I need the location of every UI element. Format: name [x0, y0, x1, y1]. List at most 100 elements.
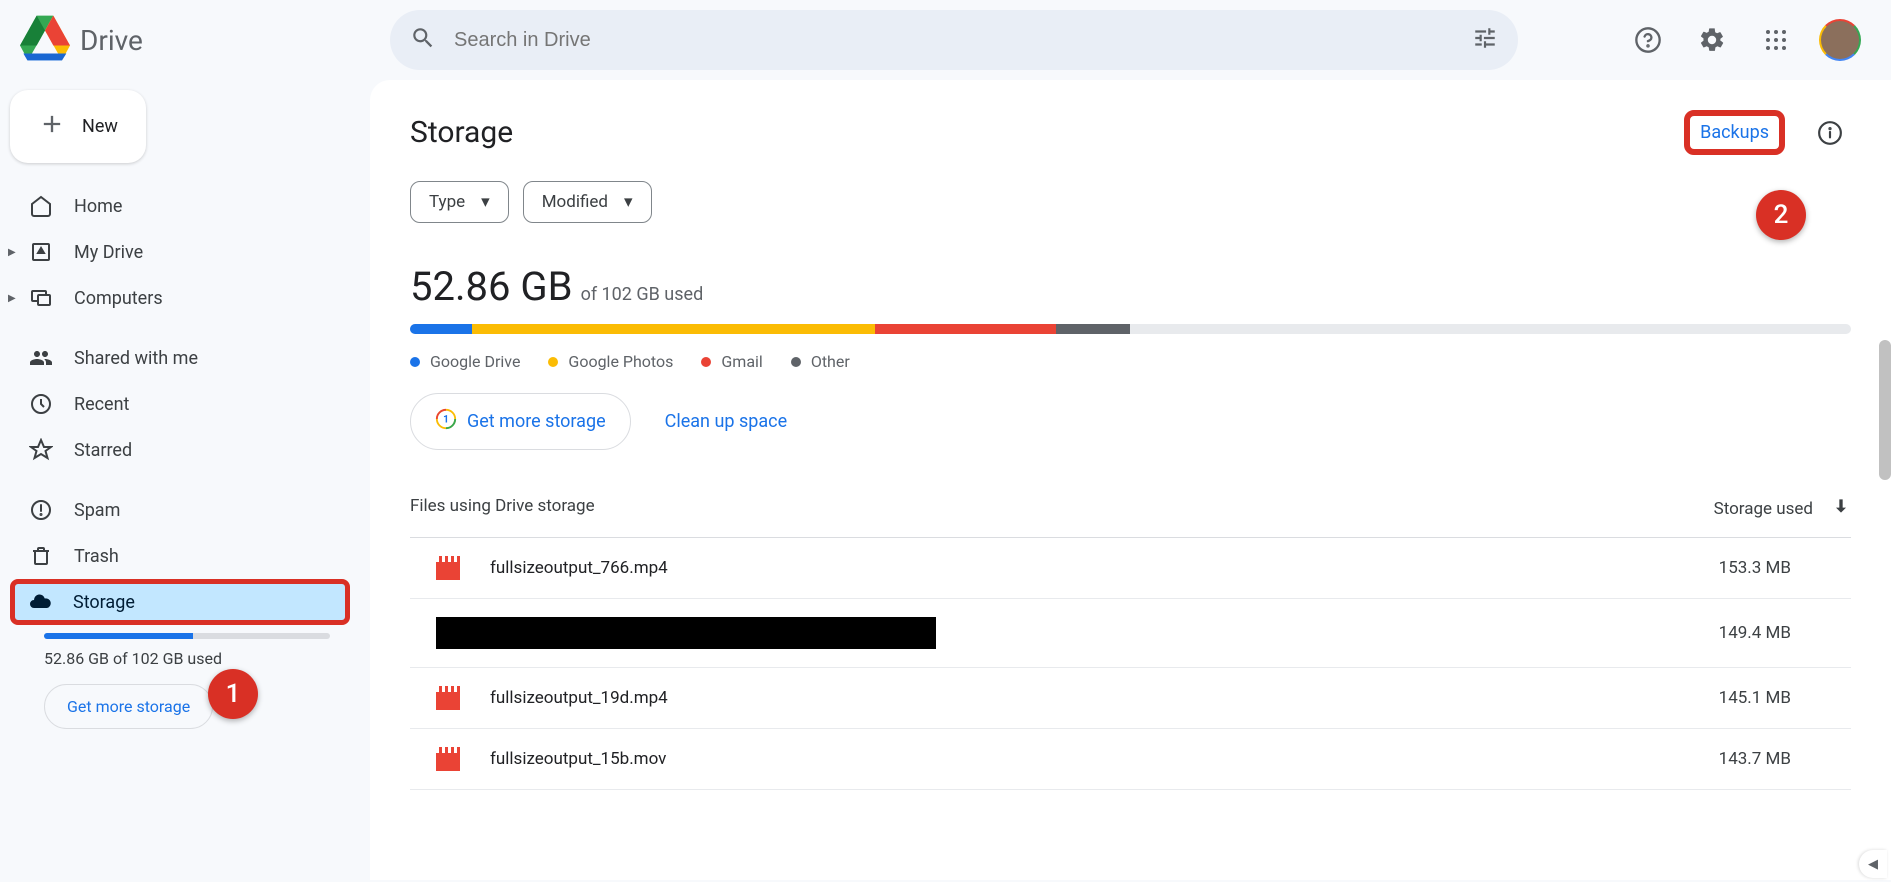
recent-icon [28, 392, 54, 416]
filter-label: Modified [542, 192, 608, 212]
video-file-icon [436, 556, 460, 580]
storage-segment [410, 324, 472, 334]
file-size: 153.3 MB [1719, 558, 1851, 578]
legend-label: Other [811, 352, 850, 371]
storage-bar [410, 324, 1851, 334]
file-name: fullsizeoutput_766.mp4 [490, 558, 668, 578]
filter-modified[interactable]: Modified ▾ [523, 181, 652, 223]
plus-icon [38, 110, 66, 143]
chevron-down-icon: ▾ [624, 192, 633, 212]
get-more-storage-button[interactable]: 1 Get more storage [410, 393, 631, 450]
cleanup-link[interactable]: Clean up space [665, 411, 787, 432]
logo-area[interactable]: Drive [20, 13, 390, 67]
chevron-right-icon: ▶ [8, 293, 16, 304]
table-row[interactable]: 149.4 MB [410, 599, 1851, 668]
sidebar-label: Spam [74, 500, 120, 521]
settings-icon[interactable] [1691, 19, 1733, 61]
sidebar-label: Computers [74, 288, 163, 309]
legend-label: Google Photos [568, 352, 673, 371]
filter-type[interactable]: Type ▾ [410, 181, 509, 223]
file-size: 143.7 MB [1719, 749, 1851, 769]
apps-icon[interactable] [1755, 19, 1797, 61]
backups-highlight: Backups [1684, 110, 1785, 155]
legend-item: Google Drive [410, 352, 520, 371]
spam-icon [28, 498, 54, 522]
legend-dot-icon [548, 357, 558, 367]
sidebar-label: Recent [74, 394, 129, 415]
legend-dot-icon [410, 357, 420, 367]
chevron-down-icon: ▾ [481, 192, 490, 212]
legend-label: Google Drive [430, 352, 520, 371]
sidebar-label: Shared with me [74, 348, 198, 369]
table-row[interactable]: fullsizeoutput_15b.mov 143.7 MB [410, 729, 1851, 790]
content: Storage Backups Type ▾ Modified ▾ 52.86 … [370, 80, 1891, 880]
sidebar-item-spam[interactable]: Spam [10, 487, 350, 533]
legend-dot-icon [791, 357, 801, 367]
redacted-content [436, 617, 936, 649]
legend-item: Google Photos [548, 352, 673, 371]
sidebar-item-storage[interactable]: Storage [10, 579, 350, 625]
table-row[interactable]: fullsizeoutput_19d.mp4 145.1 MB [410, 668, 1851, 729]
sidebar-item-home[interactable]: Home [10, 183, 350, 229]
computers-icon [28, 286, 54, 310]
side-panel-toggle[interactable]: ◀ [1859, 850, 1887, 878]
sidebar-label: Starred [74, 440, 132, 461]
sidebar-item-mydrive[interactable]: ▶ My Drive [10, 229, 350, 275]
header: Drive [0, 0, 1891, 80]
backups-link[interactable]: Backups [1700, 122, 1769, 143]
annotation-1: 1 [208, 669, 258, 719]
new-button[interactable]: New [10, 90, 146, 163]
page-title: Storage [410, 115, 513, 150]
file-size: 149.4 MB [1719, 623, 1851, 643]
trash-icon [28, 544, 54, 568]
sidebar-item-shared[interactable]: Shared with me [10, 335, 350, 381]
file-name: fullsizeoutput_19d.mp4 [490, 688, 668, 708]
sidebar-get-more-button[interactable]: Get more storage [44, 684, 213, 729]
sidebar-label: My Drive [74, 242, 143, 263]
avatar[interactable] [1819, 19, 1861, 61]
legend-label: Gmail [721, 352, 762, 371]
star-icon [28, 438, 54, 462]
sidebar-label: Storage [73, 592, 135, 613]
info-icon[interactable] [1809, 112, 1851, 154]
shared-icon [28, 346, 54, 370]
sidebar-storage-text: 52.86 GB of 102 GB used [44, 649, 350, 668]
get-more-label: Get more storage [467, 411, 606, 432]
video-file-icon [436, 686, 460, 710]
new-button-label: New [82, 116, 118, 137]
search-bar[interactable] [390, 10, 1518, 70]
mydrive-icon [28, 240, 54, 264]
filter-label: Type [429, 192, 465, 212]
storage-segment [1056, 324, 1131, 334]
sidebar-item-trash[interactable]: Trash [10, 533, 350, 579]
help-icon[interactable] [1627, 19, 1669, 61]
sidebar-item-recent[interactable]: Recent [10, 381, 350, 427]
legend-item: Other [791, 352, 850, 371]
table-row[interactable]: fullsizeoutput_766.mp4 153.3 MB [410, 538, 1851, 599]
sidebar-label: Trash [74, 546, 119, 567]
one-icon: 1 [435, 408, 457, 435]
search-input[interactable] [454, 29, 1454, 52]
cloud-icon [27, 590, 53, 614]
scrollbar[interactable] [1879, 340, 1891, 480]
file-size: 145.1 MB [1719, 688, 1851, 708]
home-icon [28, 194, 54, 218]
video-file-icon [436, 747, 460, 771]
legend-dot-icon [701, 357, 711, 367]
storage-used-header[interactable]: Storage used [1714, 499, 1813, 519]
sidebar-item-starred[interactable]: Starred [10, 427, 350, 473]
storage-segment [472, 324, 875, 334]
storage-segment [875, 324, 1055, 334]
header-right [1627, 19, 1871, 61]
sidebar: New Home ▶ My Drive ▶ Computers Shared w… [0, 80, 370, 880]
sidebar-storage-meter [44, 633, 330, 639]
annotation-2: 2 [1756, 190, 1806, 240]
sidebar-item-computers[interactable]: ▶ Computers [10, 275, 350, 321]
storage-used-amount: 52.86 GB [410, 263, 573, 310]
sort-arrow-icon[interactable] [1831, 496, 1851, 521]
storage-total: of 102 GB used [581, 284, 704, 305]
tune-icon[interactable] [1472, 25, 1498, 55]
svg-text:1: 1 [443, 415, 449, 426]
files-header: Files using Drive storage [410, 496, 595, 521]
file-name: fullsizeoutput_15b.mov [490, 749, 666, 769]
